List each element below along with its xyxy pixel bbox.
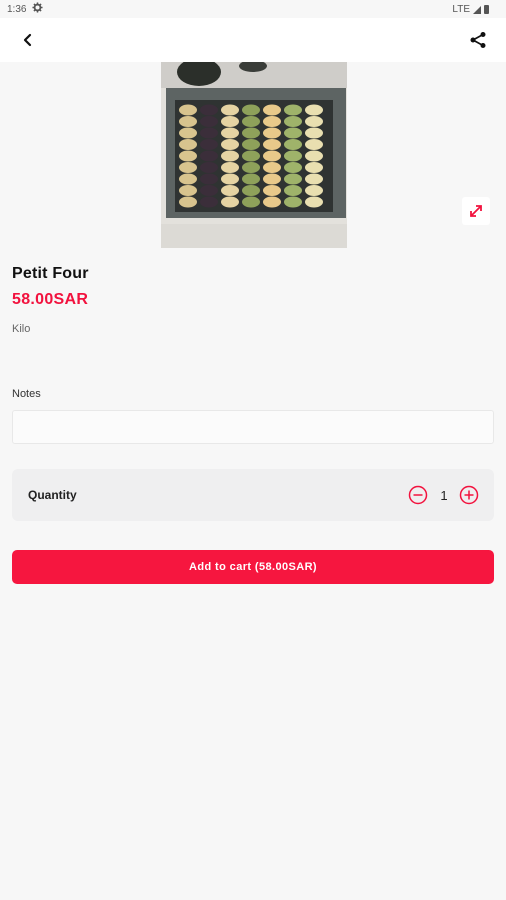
quantity-card: Quantity 1 — [12, 469, 494, 521]
share-button[interactable] — [464, 28, 492, 52]
status-right: LTE — [452, 4, 489, 15]
product-price: 58.00SAR — [12, 291, 89, 308]
expand-icon — [470, 205, 482, 217]
back-button[interactable] — [14, 28, 42, 52]
expand-image-button[interactable] — [462, 197, 490, 225]
quantity-label: Quantity — [28, 488, 77, 502]
settings-gear-icon — [32, 2, 43, 16]
product-name: Petit Four — [12, 265, 89, 282]
notes-label: Notes — [12, 388, 41, 400]
notes-input[interactable] — [12, 410, 494, 444]
network-label: LTE — [452, 4, 470, 15]
battery-icon — [484, 5, 489, 14]
back-arrow-icon — [23, 33, 32, 47]
plus-circle-icon — [459, 485, 479, 505]
signal-icon — [473, 5, 481, 14]
add-to-cart-button[interactable]: Add to cart (58.00SAR) — [12, 550, 494, 584]
product-image — [161, 62, 347, 248]
increase-quantity-button[interactable] — [459, 485, 479, 505]
share-icon — [470, 32, 486, 48]
minus-circle-icon — [408, 485, 428, 505]
app-bar — [0, 18, 506, 62]
quantity-value: 1 — [440, 488, 448, 503]
decrease-quantity-button[interactable] — [408, 485, 428, 505]
status-bar: 1:36 LTE — [0, 0, 506, 18]
product-unit: Kilo — [12, 323, 31, 335]
status-time: 1:36 — [7, 4, 27, 15]
